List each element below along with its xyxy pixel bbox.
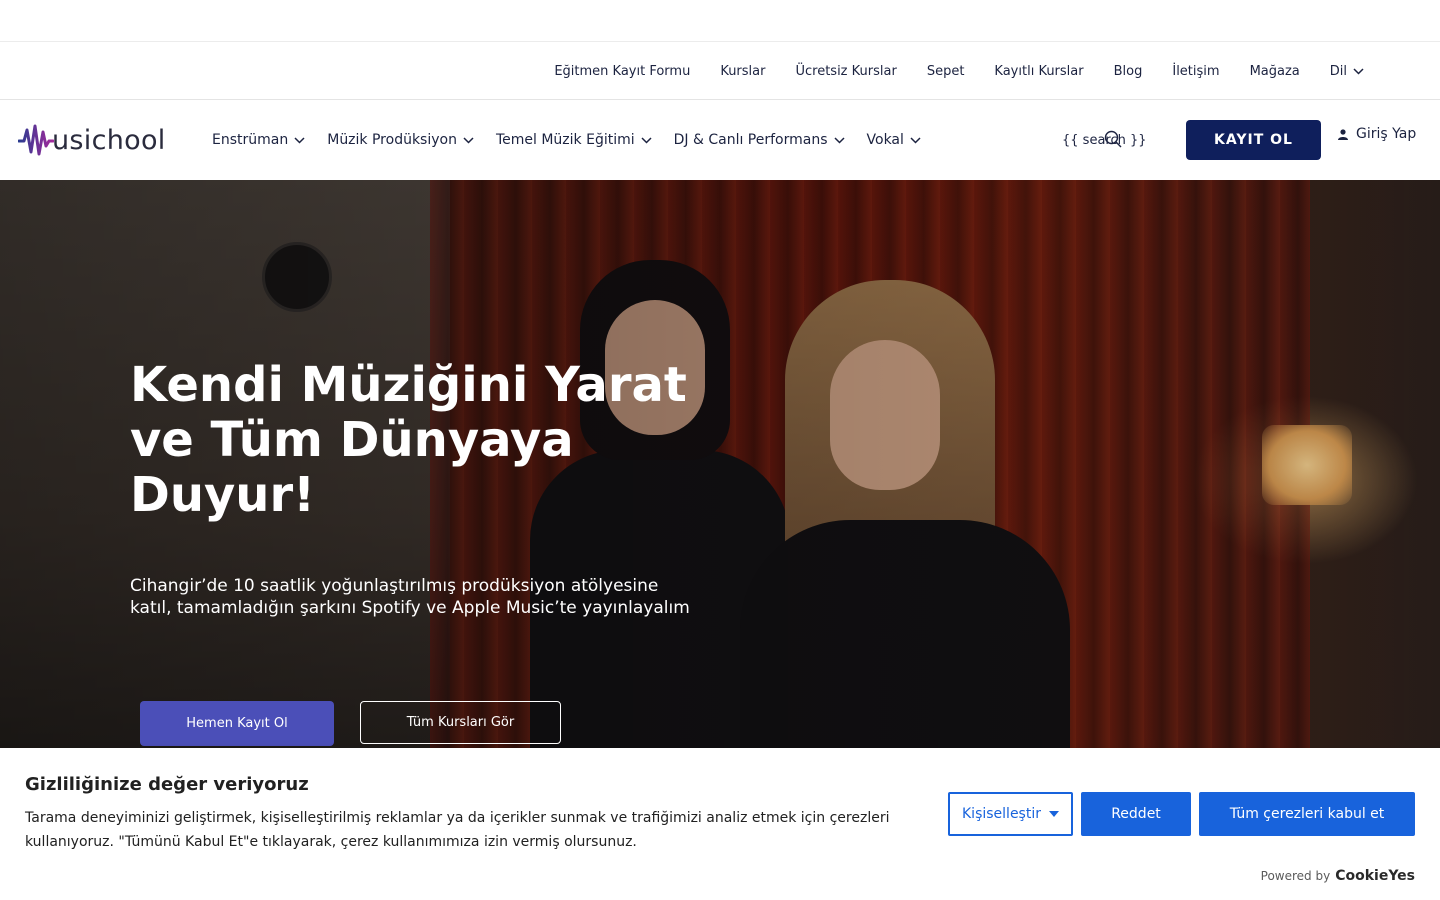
top-link-instructor-form[interactable]: Eğitmen Kayıt Formu [554,64,690,79]
top-links: Eğitmen Kayıt Formu Kurslar Ücretsiz Kur… [524,42,1364,100]
menu-label: DJ & Canlı Performans [673,132,828,148]
chevron-down-icon [910,136,921,144]
cookie-title: Gizliliğinize değer veriyoruz [25,774,309,795]
powered-by-label: Powered by [1260,869,1331,883]
top-link-free-courses[interactable]: Ücretsiz Kurslar [795,64,896,79]
hero-title: Kendi Müziğini Yarat ve Tüm Dünyaya Duyu… [130,357,687,523]
cookie-description: Tarama deneyiminizi geliştirmek, kişisel… [25,810,890,850]
cookie-banner: Gizliliğinize değer veriyoruz Tarama den… [0,748,1440,900]
cookie-accept-all-button[interactable]: Tüm çerezleri kabul et [1199,792,1415,836]
top-link-courses[interactable]: Kurslar [720,64,765,79]
hero-subtitle: Cihangir’de 10 saatlik yoğunlaştırılmış … [130,576,690,618]
top-spacer [0,0,1440,42]
signup-now-button[interactable]: Hemen Kayıt Ol [140,701,334,746]
chevron-down-icon [641,136,652,144]
top-link-enrolled-courses[interactable]: Kayıtlı Kurslar [994,64,1083,79]
menu-item-instrument[interactable]: Enstrüman [212,132,305,148]
cookieyes-logo[interactable]: CookieYes [1335,868,1415,884]
menu-item-dj-live[interactable]: DJ & Canlı Performans [674,132,845,148]
hero-section: Kendi Müziğini Yarat ve Tüm Dünyaya Duyu… [0,180,1440,748]
main-header: usichool Enstrüman Müzik Prodüksiyon Tem… [0,100,1440,180]
menu-label: Enstrüman [212,132,289,148]
all-courses-button[interactable]: Tüm Kursları Gör [360,701,561,744]
language-label: Dil [1329,63,1347,79]
logo-text: usichool [52,124,166,156]
menu-item-vocal[interactable]: Vokal [867,132,921,148]
menu-item-basic-music[interactable]: Temel Müzik Eğitimi [496,132,652,148]
chevron-down-icon [294,136,305,144]
logo[interactable]: usichool [18,122,166,158]
language-dropdown[interactable]: Dil [1330,64,1364,79]
menu-label: Vokal [866,132,904,148]
cookie-reject-button[interactable]: Reddet [1081,792,1191,836]
login-label: Giriş Yap [1356,126,1417,142]
top-link-contact[interactable]: İletişim [1172,64,1219,79]
chevron-down-icon [463,136,474,144]
top-link-cart[interactable]: Sepet [927,64,965,79]
chevron-down-icon [833,136,845,144]
login-link[interactable]: Giriş Yap [1338,126,1416,142]
menu-item-music-production[interactable]: Müzik Prodüksiyon [327,132,474,148]
user-icon [1338,128,1348,140]
cookie-customize-button[interactable]: Kişiselleştir [948,792,1073,836]
menu-label: Müzik Prodüksiyon [327,132,457,148]
register-button[interactable]: KAYIT OL [1186,120,1321,160]
chevron-down-icon [1353,67,1364,75]
top-bar: Eğitmen Kayıt Formu Kurslar Ücretsiz Kur… [0,42,1440,100]
search-icon[interactable] [1104,130,1122,148]
top-link-blog[interactable]: Blog [1114,64,1143,79]
main-menu: Enstrüman Müzik Prodüksiyon Temel Müzik … [212,100,943,180]
menu-label: Temel Müzik Eğitimi [495,132,635,148]
logo-wave-icon [18,124,54,156]
search-field[interactable]: {{ search }} [1062,100,1147,180]
caret-down-icon [1048,811,1059,817]
top-link-store[interactable]: Mağaza [1250,64,1300,79]
powered-by: Powered by CookieYes [1261,868,1415,884]
cookie-customize-label: Kişiselleştir [962,806,1041,822]
